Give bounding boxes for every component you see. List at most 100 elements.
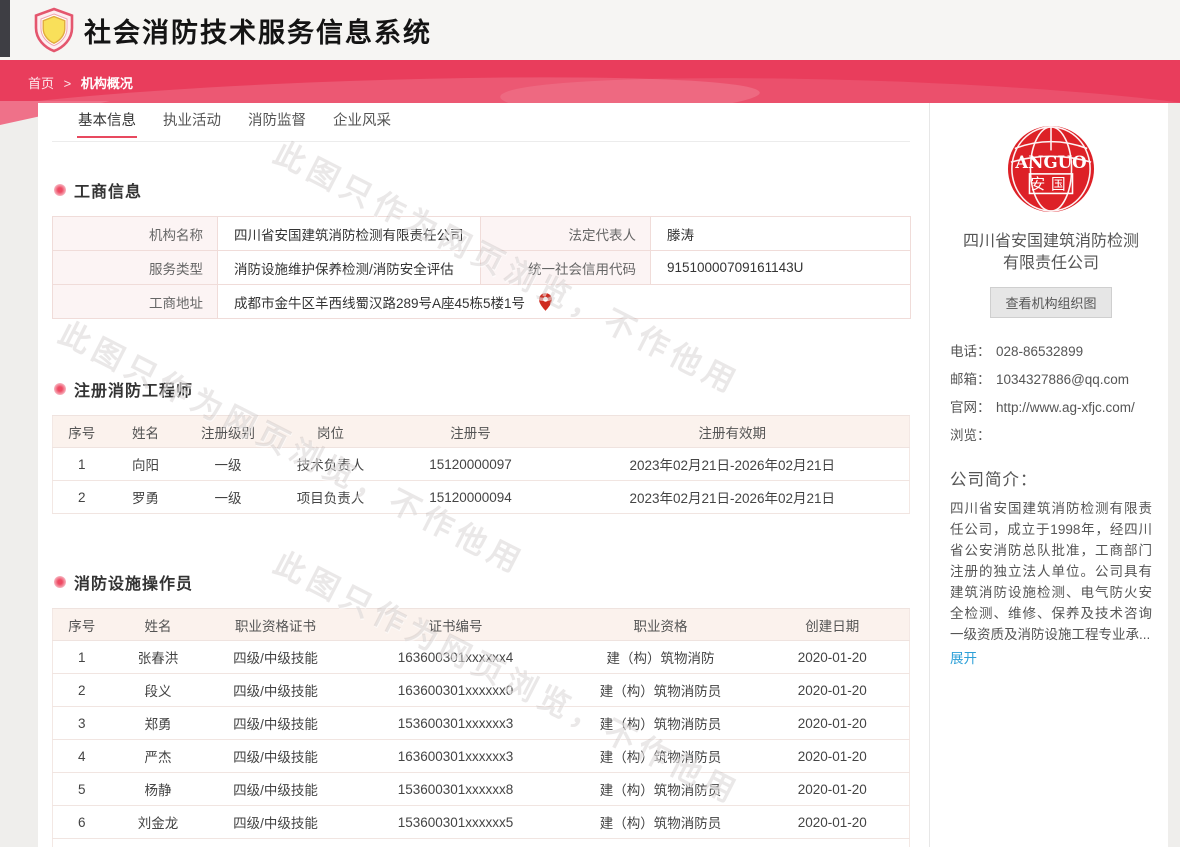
table-cell: 一级 [181, 481, 276, 514]
email-label: 邮箱： [950, 366, 996, 394]
table-cell: 杨静 [111, 773, 206, 806]
table-cell: 153600301xxxxxx8 [346, 773, 566, 806]
column-header: 创建日期 [756, 609, 910, 641]
company-intro-text: 四川省安国建筑消防检测有限责任公司，成立于1998年，经四川省公安消防总队批准，… [950, 498, 1152, 645]
content-card: 此图只作为网页浏览，不作他用 此图只作为网页浏览，不作他用 此图只作为网页浏览，… [38, 103, 1168, 847]
table-cell: 建（构）筑物消防员 [566, 773, 756, 806]
table-cell: 3 [53, 707, 111, 740]
table-cell: 2020-01-20 [756, 707, 910, 740]
table-cell: 153600301xxxxxx3 [346, 707, 566, 740]
table-cell: 15120000094 [386, 481, 556, 514]
address-cell: 成都市金牛区羊西线蜀汉路289号A座45栋5楼1号 [218, 285, 911, 319]
table-row: 1张春洪四级/中级技能163600301xxxxxx4建（构）筑物消防2020-… [53, 641, 910, 674]
table-cell: 1 [53, 641, 111, 674]
views-row: 浏览： [950, 422, 1152, 450]
breadcrumb-home-link[interactable]: 首页 [28, 76, 54, 91]
table-row: 1向阳一级技术负责人151200000972023年02月21日-2026年02… [53, 448, 910, 481]
service-type-label: 服务类型 [53, 251, 218, 285]
table-cell: 163600301xxxxxx0 [346, 674, 566, 707]
table-cell: 四级/中级技能 [206, 740, 346, 773]
breadcrumb: 首页 > 机构概况 [28, 73, 133, 92]
table-cell: 建（构）筑物消防员 [566, 806, 756, 839]
table-row: 3郑勇四级/中级技能153600301xxxxxx3建（构）筑物消防员2020-… [53, 707, 910, 740]
address-value: 成都市金牛区羊西线蜀汉路289号A座45栋5楼1号 [234, 292, 525, 312]
org-chart-button[interactable]: 查看机构组织图 [990, 287, 1111, 318]
table-cell: 153600301xxxxxx5 [346, 806, 566, 839]
table-cell: 严杰 [111, 740, 206, 773]
phone-value: 028-86532899 [996, 338, 1083, 366]
expand-link[interactable]: 展开 [950, 647, 977, 667]
table-cell: 2020-01-20 [756, 839, 910, 847]
table-header-row: 序号姓名注册级别岗位注册号注册有效期 [53, 416, 910, 448]
logo-text-en: ANGUO [1014, 152, 1086, 172]
column-header: 职业资格证书 [206, 609, 346, 641]
section-engineers-title: 注册消防工程师 [54, 377, 910, 401]
table-cell: 163600301xxxxxx4 [346, 641, 566, 674]
table-cell: 建（构）筑物消防员 [566, 740, 756, 773]
company-logo: ANGUO 安国 [1007, 125, 1095, 213]
table-cell: 四级/中级技能 [206, 707, 346, 740]
table-row: 工商地址 成都市金牛区羊西线蜀汉路289号A座45栋5楼1号 [53, 285, 911, 319]
column-header: 职业资格 [566, 609, 756, 641]
tab-bar: 基本信息执业活动消防监督企业风采 [52, 103, 910, 142]
tab-2[interactable]: 执业活动 [162, 103, 222, 142]
table-cell: 一级 [181, 448, 276, 481]
column-header: 注册号 [386, 416, 556, 448]
table-cell: 张春洪 [111, 641, 206, 674]
org-name-label: 机构名称 [53, 217, 218, 251]
table-cell: 15120000097 [386, 448, 556, 481]
table-cell: 5 [53, 773, 111, 806]
phone-row: 电话： 028-86532899 [950, 338, 1152, 366]
table-cell: 建（构）筑物消防员 [566, 707, 756, 740]
table-cell: 郑勇 [111, 707, 206, 740]
email-value: 1034327886@qq.com [996, 366, 1129, 394]
tab-1[interactable]: 基本信息 [77, 103, 137, 142]
table-row: 7邱菊四级/中级技能153600301xxxxxx6建（构）筑物消防员2020-… [53, 839, 910, 847]
section-business-info-title: 工商信息 [54, 178, 910, 202]
table-cell: 7 [53, 839, 111, 847]
views-label: 浏览： [950, 422, 996, 450]
tab-4[interactable]: 企业风采 [332, 103, 392, 142]
column-header: 岗位 [276, 416, 386, 448]
table-cell: 项目负责人 [276, 481, 386, 514]
credit-code-value: 91510000709161143U [651, 251, 911, 285]
column-header: 证书编号 [346, 609, 566, 641]
section-dot-icon [54, 383, 66, 395]
column-header: 序号 [53, 416, 111, 448]
table-cell: 163600301xxxxxx3 [346, 740, 566, 773]
table-row: 2罗勇一级项目负责人151200000942023年02月21日-2026年02… [53, 481, 910, 514]
table-cell: 153600301xxxxxx6 [346, 839, 566, 847]
table-cell: 建（构）筑物消防员 [566, 839, 756, 847]
breadcrumb-current: 机构概况 [81, 76, 133, 91]
table-row: 4严杰四级/中级技能163600301xxxxxx3建（构）筑物消防员2020-… [53, 740, 910, 773]
table-cell: 四级/中级技能 [206, 806, 346, 839]
map-pin-icon[interactable] [539, 293, 552, 311]
main-content: 此图只作为网页浏览，不作他用 此图只作为网页浏览，不作他用 此图只作为网页浏览，… [38, 103, 929, 847]
table-cell: 邱菊 [111, 839, 206, 847]
table-cell: 建（构）筑物消防员 [566, 674, 756, 707]
sidebar-company-name: 四川省安国建筑消防检测 有限责任公司 [950, 231, 1152, 275]
website-value: http://www.ag-xfjc.com/ [996, 394, 1135, 422]
tab-3[interactable]: 消防监督 [247, 103, 307, 142]
table-cell: 4 [53, 740, 111, 773]
table-cell: 2020-01-20 [756, 773, 910, 806]
engineers-table: 序号姓名注册级别岗位注册号注册有效期1向阳一级技术负责人151200000972… [52, 415, 910, 514]
org-name-value: 四川省安国建筑消防检测有限责任公司 [218, 217, 481, 251]
operators-table: 序号姓名职业资格证书证书编号职业资格创建日期1张春洪四级/中级技能1636003… [52, 608, 910, 847]
column-header: 注册级别 [181, 416, 276, 448]
section-dot-icon [54, 184, 66, 196]
table-cell: 四级/中级技能 [206, 839, 346, 847]
column-header: 姓名 [111, 609, 206, 641]
company-intro-title: 公司简介： [950, 466, 1152, 490]
table-cell: 2 [53, 674, 111, 707]
logo-text-cn: 安国 [1030, 176, 1071, 193]
section-dot-icon [54, 576, 66, 588]
website-label: 官网： [950, 394, 996, 422]
breadcrumb-banner: 首页 > 机构概况 [0, 60, 1180, 103]
table-cell: 向阳 [111, 448, 181, 481]
shield-logo-icon [30, 6, 78, 54]
table-row: 服务类型 消防设施维护保养检测/消防安全评估 统一社会信用代码 91510000… [53, 251, 911, 285]
table-row: 5杨静四级/中级技能153600301xxxxxx8建（构）筑物消防员2020-… [53, 773, 910, 806]
table-cell: 2020-01-20 [756, 806, 910, 839]
table-cell: 罗勇 [111, 481, 181, 514]
